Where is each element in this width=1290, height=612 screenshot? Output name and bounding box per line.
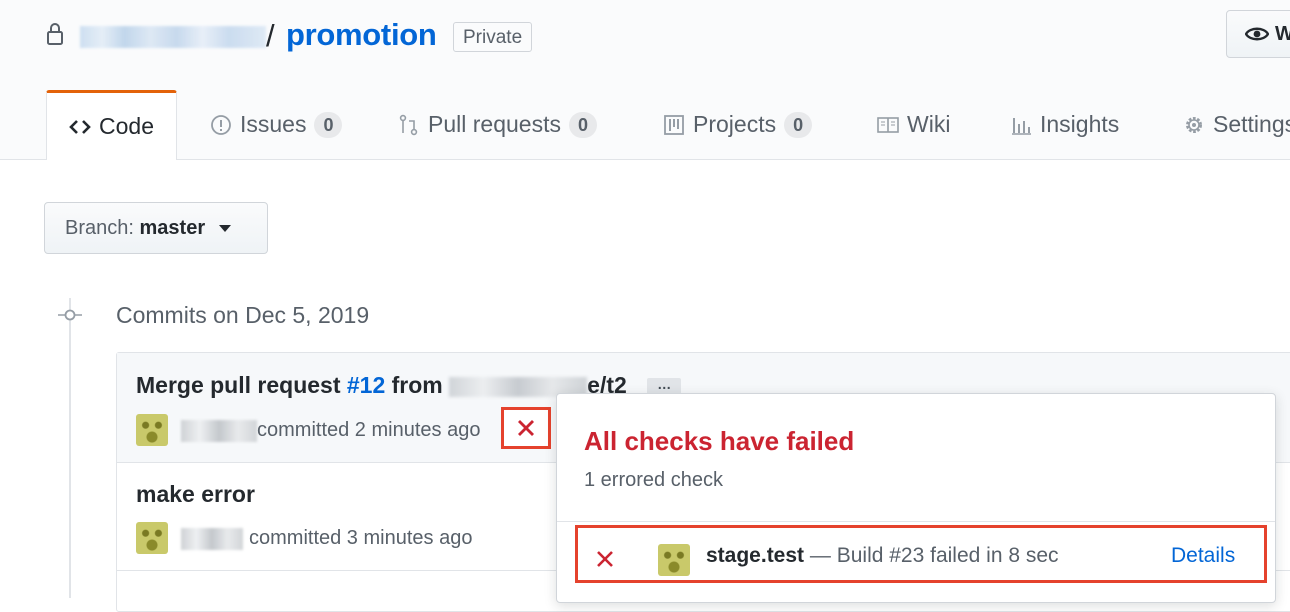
gear-icon xyxy=(1186,116,1202,133)
caret-down-icon xyxy=(218,225,231,233)
checks-summary-subtitle: 1 errored check xyxy=(584,469,723,491)
x-icon xyxy=(518,420,534,436)
tab-code[interactable]: Code xyxy=(46,90,177,160)
issues-counter: 0 xyxy=(314,111,343,138)
commit-title[interactable]: make error xyxy=(136,481,255,508)
repo-header: / promotion Private Watch Code Issues 0 xyxy=(0,0,1290,160)
tab-label: Pull requests xyxy=(428,111,561,137)
tab-label: Insights xyxy=(1040,111,1120,137)
tab-label: Code xyxy=(99,113,154,139)
author-redacted[interactable] xyxy=(181,420,257,442)
checks-summary-title: All checks have failed xyxy=(584,426,855,456)
timeline-line xyxy=(69,298,71,598)
commit-title-mid: from xyxy=(391,372,443,398)
tab-settings[interactable]: Settings xyxy=(1183,90,1290,159)
x-icon xyxy=(597,551,613,567)
check-context: stage.test xyxy=(706,544,805,567)
pull-requests-counter: 0 xyxy=(568,111,597,138)
tab-projects[interactable]: Projects 0 xyxy=(663,90,813,159)
repo-owner-redacted[interactable] xyxy=(80,26,266,48)
pull-request-icon xyxy=(399,114,418,135)
commit-group-heading: Commits on Dec 5, 2019 xyxy=(116,302,370,328)
tab-label: Wiki xyxy=(907,111,951,137)
tab-insights[interactable]: Insights xyxy=(1010,90,1119,159)
branch-select-button[interactable]: Branch: master xyxy=(44,202,268,254)
tab-label: Settings xyxy=(1213,111,1290,137)
pr-link[interactable]: #12 xyxy=(347,372,385,398)
repo-path-separator: / xyxy=(266,18,275,53)
projects-counter: 0 xyxy=(784,111,813,138)
avatar[interactable] xyxy=(136,414,168,446)
private-badge: Private xyxy=(453,22,533,52)
commit-status-failure-button[interactable] xyxy=(501,407,551,449)
commit-meta: committed 2 minutes ago xyxy=(257,419,481,441)
divider xyxy=(557,521,1275,522)
branch-name: master xyxy=(139,217,206,239)
issue-icon xyxy=(211,114,231,135)
watch-button[interactable]: Watch xyxy=(1226,10,1290,58)
branch-prefix: Branch: xyxy=(65,217,134,239)
graph-icon xyxy=(1012,117,1031,135)
commit-title-prefix: Merge pull request xyxy=(136,372,341,398)
details-link[interactable]: Details xyxy=(1171,544,1235,568)
check-run-row: stage.test — Build #23 failed in 8 sec D… xyxy=(575,525,1267,583)
check-description: stage.test — Build #23 failed in 8 sec xyxy=(706,544,1059,568)
code-icon xyxy=(69,119,91,134)
repo-name-link[interactable]: promotion xyxy=(286,17,437,53)
check-status-text: — Build #23 failed in 8 sec xyxy=(809,544,1059,567)
lock-icon xyxy=(47,23,63,45)
project-icon xyxy=(664,114,684,135)
commit-meta: committed 3 minutes ago xyxy=(249,527,473,549)
watch-label: Watch xyxy=(1275,23,1290,45)
commit-node-icon xyxy=(58,309,82,321)
book-icon xyxy=(877,116,899,133)
tab-label: Issues xyxy=(240,111,307,137)
tab-pull-requests[interactable]: Pull requests 0 xyxy=(398,90,597,159)
tab-label: Projects xyxy=(693,111,777,137)
check-app-avatar xyxy=(658,544,690,576)
tab-wiki[interactable]: Wiki xyxy=(877,90,950,159)
tab-issues[interactable]: Issues 0 xyxy=(210,90,343,159)
avatar[interactable] xyxy=(136,522,168,554)
eye-icon xyxy=(1245,27,1269,41)
author-redacted[interactable] xyxy=(181,528,243,550)
